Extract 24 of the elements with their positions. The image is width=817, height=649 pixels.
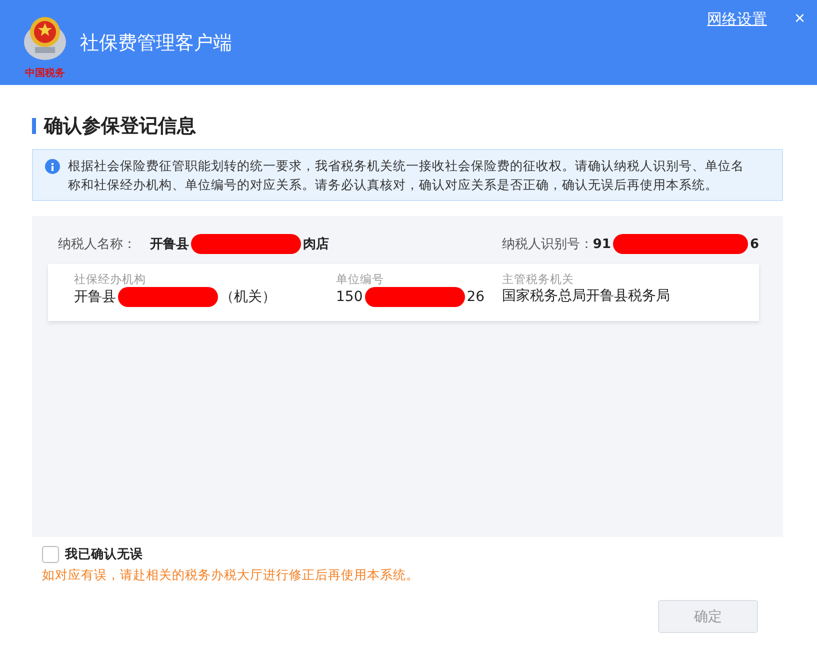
field-label: 主管税务机关 — [502, 272, 575, 287]
field-value: 6 — [750, 236, 759, 252]
confirm-checkbox[interactable] — [42, 546, 59, 563]
field-value: （机关） — [220, 288, 276, 306]
field-value: 26 — [466, 289, 485, 305]
page-heading: 确认参保登记信息 — [44, 114, 196, 139]
field-label: 单位编号 — [336, 272, 385, 287]
field-label: 纳税人识别号： — [502, 236, 593, 253]
field-value: 150 — [336, 289, 363, 305]
field-value: 肉店 — [303, 236, 329, 253]
app-title: 社保费管理客户端 — [80, 30, 232, 56]
field-label: 纳税人名称： — [58, 236, 136, 253]
info-icon — [45, 159, 60, 174]
field-value: 91 — [592, 236, 611, 252]
field-label: 社保经办机构 — [74, 272, 147, 287]
field-value: 国家税务总局开鲁县税务局 — [502, 287, 670, 305]
field-value: 开鲁县 — [74, 288, 116, 306]
close-button[interactable]: × — [794, 8, 805, 29]
logo-text: 中国税务 — [25, 66, 65, 80]
warning-text: 如对应有误，请赴相关的税务办税大厅进行修正后再使用本系统。 — [42, 567, 420, 584]
notice-text: 根据社会保险费征管职能划转的统一要求，我省税务机关统一接收社会保险费的征收权。请确认纳税人识别号、单位名称和社保经办机构、单位编号的对应关系。请务必认真核对，确认对应关系是否正确，确认无误后再使用本系统。 — [68, 157, 745, 194]
network-settings-link[interactable]: 网络设置 — [707, 10, 767, 29]
checkbox-label: 我已确认无误 — [65, 546, 143, 563]
field-value: 开鲁县 — [150, 236, 189, 253]
